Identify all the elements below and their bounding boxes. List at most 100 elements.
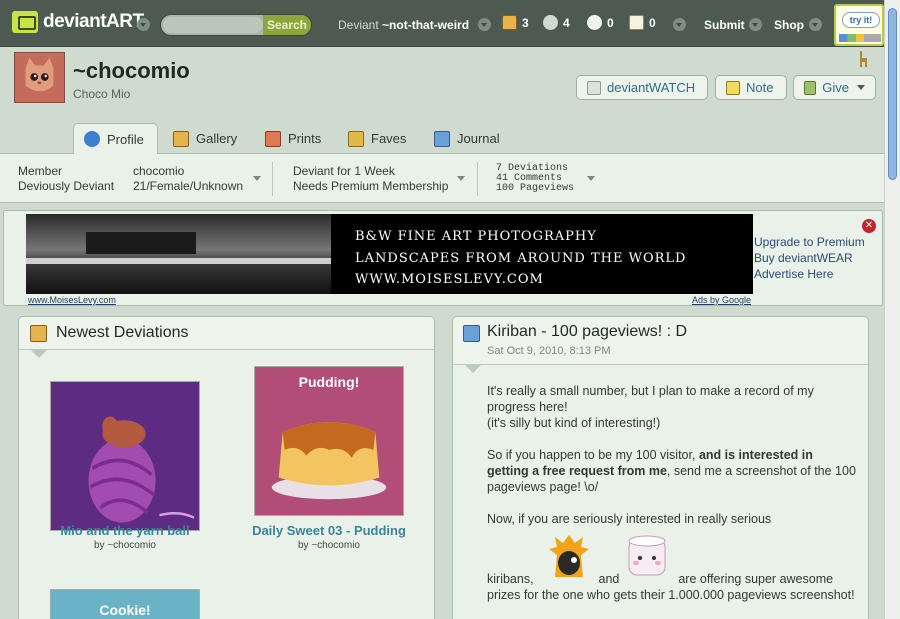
logo-text-main: deviant <box>43 11 107 32</box>
tab-gallery-label: Gallery <box>196 131 238 146</box>
info-icon <box>84 131 100 147</box>
ad-photo <box>26 214 331 294</box>
ads-by-google-link[interactable]: Ads by Google <box>692 295 751 305</box>
user-details-caret-icon[interactable] <box>253 176 261 181</box>
profile-page: ~chocomio Choco Mio deviantWATCH Note Gi… <box>0 47 884 619</box>
buy-deviantwear-link[interactable]: Buy deviantWEAR <box>754 251 853 265</box>
stats-caret-icon[interactable] <box>587 176 595 181</box>
profile-tabs: Profile Gallery Prints Faves Journal <box>0 123 884 154</box>
notes-count: 0 <box>649 15 656 30</box>
profile-username: ~chocomio <box>73 58 190 83</box>
llama-icon[interactable] <box>856 50 869 68</box>
notifications-chevron-icon[interactable] <box>673 18 686 31</box>
give-label: Give <box>822 80 849 95</box>
stat-pageviews: 100 Pageviews <box>496 183 575 194</box>
tab-faves-label: Faves <box>371 131 407 146</box>
journal-panel: Kiriban - 100 pageviews! : D Sat Oct 9, … <box>452 316 869 619</box>
submit-chevron-icon[interactable] <box>749 18 762 31</box>
deviation-author[interactable]: by ~chocomio <box>25 540 225 551</box>
try-it-button[interactable]: try it! <box>842 12 880 28</box>
journal-icon <box>434 130 450 147</box>
logo-text: deviantART <box>43 11 144 33</box>
page-scrollbar[interactable] <box>884 0 900 619</box>
journal-text: It's really a small number, but I plan t… <box>487 384 814 414</box>
user-handle: chocomio <box>133 164 185 178</box>
tab-profile[interactable]: Profile <box>73 123 158 154</box>
shop-chevron-icon[interactable] <box>809 18 822 31</box>
ad-line-2: LANDSCAPES FROM AROUND THE WORLD <box>355 251 687 266</box>
give-button[interactable]: Give <box>793 75 876 100</box>
tab-faves[interactable]: Faves <box>338 123 416 154</box>
divider <box>272 162 273 196</box>
journal-text: So if you happen to be my 100 visitor, <box>487 448 696 462</box>
journal-icon <box>463 325 480 342</box>
avatar-icon[interactable] <box>623 533 671 579</box>
deviant-prefix: Deviant <box>338 18 379 32</box>
submit-link[interactable]: Submit <box>704 18 745 32</box>
binoculars-icon <box>543 15 558 30</box>
scrollbar-thumb[interactable] <box>888 8 897 180</box>
deviant-menu-chevron-icon[interactable] <box>478 18 491 31</box>
header-notch <box>465 365 481 373</box>
avatar-icon[interactable] <box>547 533 591 579</box>
messages-counter[interactable]: 3 <box>502 15 529 30</box>
journal-text: (it's silly but kind of interesting!) <box>487 416 661 430</box>
member-label: Member <box>18 164 63 178</box>
ad-line-3: WWW.MOISESLEVY.COM <box>355 272 544 287</box>
journal-title-link[interactable]: Kiriban - 100 pageviews! : D <box>487 323 687 341</box>
deviant-username: ~not-that-weird <box>382 18 470 32</box>
upgrade-premium-link[interactable]: Upgrade to Premium <box>754 235 865 249</box>
watch-counter[interactable]: 4 <box>543 15 570 30</box>
shopping-bag-icon <box>265 130 281 147</box>
tab-prints[interactable]: Prints <box>255 123 331 154</box>
ad-banner-image[interactable]: B&W FINE ART PHOTOGRAPHY LANDSCAPES FROM… <box>26 214 753 294</box>
divider <box>477 162 478 196</box>
try-it-widget[interactable]: try it! <box>834 4 884 46</box>
tab-gallery[interactable]: Gallery <box>163 123 247 154</box>
profile-stats[interactable]: 7 Deviations 41 Comments 100 Pageviews <box>496 164 574 194</box>
journal-text: Now, if you are seriously interested in … <box>487 512 772 526</box>
deviant-age[interactable]: Deviant for 1 Week Needs Premium Members… <box>293 164 448 194</box>
journal-paragraph-1: It's really a small number, but I plan t… <box>487 383 857 431</box>
try-it-colorbar <box>839 34 881 42</box>
deviant-menu[interactable]: Deviant ~not-that-weird <box>338 18 469 32</box>
faves-icon <box>348 130 364 147</box>
journal-header: Kiriban - 100 pageviews! : D Sat Oct 9, … <box>453 317 868 365</box>
close-ad-icon[interactable]: ✕ <box>862 219 876 233</box>
deviantwatch-label: deviantWATCH <box>607 80 696 95</box>
deviation-title-link[interactable]: Mio and the yarn ball <box>25 523 225 538</box>
journal-date: Sat Oct 9, 2010, 8:13 PM <box>487 345 611 357</box>
tab-journal-label: Journal <box>457 131 500 146</box>
tab-journal[interactable]: Journal <box>424 123 510 154</box>
newest-deviations-header: Newest Deviations <box>19 317 434 350</box>
avatar[interactable] <box>14 52 65 103</box>
search-button[interactable]: Search <box>263 15 311 35</box>
notes-counter[interactable]: 0 <box>629 15 656 30</box>
advertise-here-link[interactable]: Advertise Here <box>754 267 833 281</box>
deviation-thumb-yarn[interactable] <box>50 381 200 531</box>
journal-paragraph-4: kiribans, and are offering super awesome… <box>487 571 857 603</box>
gallery-icon <box>30 325 47 342</box>
tab-profile-label: Profile <box>107 131 144 147</box>
deviant-age-caret-icon[interactable] <box>457 176 465 181</box>
note-label: Note <box>746 80 774 95</box>
header-notch <box>31 350 47 358</box>
shop-link[interactable]: Shop <box>774 18 804 32</box>
watch-add-icon <box>587 80 601 95</box>
ad-url-link[interactable]: www.MoisesLevy.com <box>28 295 116 305</box>
deviation-title-link[interactable]: Daily Sweet 03 - Pudding <box>229 523 429 538</box>
deviation-author[interactable]: by ~chocomio <box>229 540 429 551</box>
deviantart-logo[interactable]: deviantART <box>12 11 144 33</box>
comments-counter[interactable]: 0 <box>587 15 614 30</box>
user-details[interactable]: chocomio 21/Female/Unknown <box>133 164 243 194</box>
profile-info-bar: Member Deviously Deviant chocomio 21/Fem… <box>0 153 884 203</box>
deviantwatch-button[interactable]: deviantWATCH <box>576 75 708 100</box>
journal-paragraph-3: Now, if you are seriously interested in … <box>487 511 857 527</box>
deviation-thumb-cookie[interactable]: Cookie! <box>50 589 200 619</box>
cookie-thumb-text: Cookie! <box>99 602 151 618</box>
logo-menu-chevron-icon[interactable] <box>137 18 150 31</box>
search-input[interactable] <box>163 17 263 33</box>
member-type: Deviously Deviant <box>18 179 115 193</box>
pudding-thumb-text: Pudding! <box>298 374 360 390</box>
note-button[interactable]: Note <box>715 75 787 100</box>
